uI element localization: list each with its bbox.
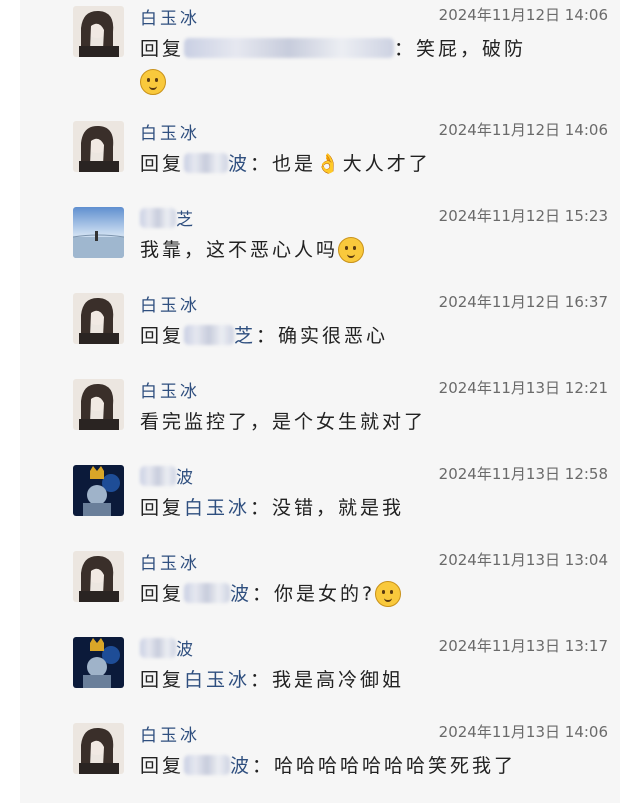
commenter-name[interactable]: 芝 <box>140 205 196 230</box>
commenter-name-text: 白玉冰 <box>140 726 200 746</box>
comment-body: 我靠，这不恶心人吗 <box>140 239 339 261</box>
avatar-king[interactable] <box>73 465 124 516</box>
redacted-name <box>140 208 176 228</box>
comment-text: 我靠，这不恶心人吗 <box>140 235 365 263</box>
comment-timestamp: 2024年11月12日 16:37 <box>438 293 608 311</box>
comment-item: 白玉冰 2024年11月13日 13:04 回复 波：你是女的? <box>20 545 620 631</box>
comment-item: 白玉冰 2024年11月13日 12:21 看完监控了，是个女生就对了 <box>20 373 620 459</box>
comment-timestamp: 2024年11月13日 12:58 <box>438 465 608 483</box>
comment-timestamp: 2024年11月13日 13:17 <box>438 637 608 655</box>
reply-prefix: 回复 <box>140 497 185 519</box>
comment-item: 白玉冰 2024年11月12日 16:37 回复 芝：确实很恶心 <box>20 287 620 373</box>
commenter-name-text: 波 <box>176 640 196 660</box>
reply-target-name[interactable]: 白玉冰 <box>184 497 250 519</box>
comment-body: ：笑屁，破防 <box>394 38 527 60</box>
reply-prefix: 回复 <box>140 755 185 777</box>
avatar-girl[interactable] <box>73 551 124 602</box>
reply-prefix: 回复 <box>140 325 185 347</box>
comment-item: 波 2024年11月13日 13:17 回复白玉冰：我是高冷御姐 <box>20 631 620 717</box>
comment-body: ：哈哈哈哈哈哈哈笑死我了 <box>252 755 517 777</box>
comment-timestamp: 2024年11月12日 14:06 <box>438 6 608 24</box>
avatar-girl[interactable] <box>73 6 124 57</box>
reply-target-name[interactable]: 波 <box>228 153 250 175</box>
commenter-name-text: 白玉冰 <box>140 9 200 29</box>
reply-target-name[interactable]: 芝 <box>234 325 256 347</box>
comment-item: 波 2024年11月13日 12:58 回复白玉冰：没错，就是我 <box>20 459 620 545</box>
commenter-name-text: 芝 <box>176 210 196 230</box>
avatar-girl[interactable] <box>73 121 124 172</box>
redacted-reply-name <box>184 153 229 173</box>
comment-body: ：确实很恶心 <box>256 325 389 347</box>
comment-timestamp: 2024年11月13日 13:04 <box>438 551 608 569</box>
pleading-emoji <box>338 237 365 263</box>
commenter-name[interactable]: 白玉冰 <box>140 119 200 144</box>
comment-text: 回复白玉冰：没错，就是我 <box>140 493 404 520</box>
commenter-name[interactable]: 白玉冰 <box>140 721 200 746</box>
reply-target-name[interactable]: 波 <box>230 755 252 777</box>
comment-list: 白玉冰 2024年11月12日 14:06 回复 ：笑屁，破防 白玉冰 2024年11月1… <box>20 0 620 803</box>
redacted-reply-name <box>184 325 235 345</box>
comment-text: 回复 ：笑屁，破防 <box>140 34 526 95</box>
avatar-king[interactable] <box>73 637 124 688</box>
comment-timestamp: 2024年11月13日 14:06 <box>438 723 608 741</box>
redacted-reply-name <box>184 583 231 603</box>
avatar-girl[interactable] <box>73 293 124 344</box>
commenter-name[interactable]: 白玉冰 <box>140 549 200 574</box>
commenter-name[interactable]: 白玉冰 <box>140 4 200 29</box>
reply-prefix: 回复 <box>140 38 185 60</box>
comment-text: 回复白玉冰：我是高冷御姐 <box>140 665 404 692</box>
comment-text: 回复 芝：确实很恶心 <box>140 321 388 348</box>
comment-text: 看完监控了，是个女生就对了 <box>140 407 426 434</box>
reply-prefix: 回复 <box>140 153 185 175</box>
reply-prefix: 回复 <box>140 583 185 605</box>
comment-text: 回复 波：你是女的? <box>140 579 402 607</box>
comment-timestamp: 2024年11月13日 12:21 <box>438 379 608 397</box>
commenter-name-text: 白玉冰 <box>140 382 200 402</box>
redacted-reply-name <box>184 38 395 58</box>
commenter-name-text: 波 <box>176 468 196 488</box>
comment-body: 看完监控了，是个女生就对了 <box>140 411 427 433</box>
commenter-name[interactable]: 白玉冰 <box>140 291 200 316</box>
comment-item: 白玉冰 2024年11月13日 14:06 回复 波：哈哈哈哈哈哈哈笑死我了 <box>20 717 620 803</box>
commenter-name-text: 白玉冰 <box>140 554 200 574</box>
comment-body: ：你是女的? <box>252 583 376 605</box>
redacted-reply-name <box>184 755 231 775</box>
commenter-name[interactable]: 波 <box>140 463 196 488</box>
comment-item: 芝 2024年11月12日 15:23 我靠，这不恶心人吗 <box>20 201 620 287</box>
avatar-lake[interactable] <box>73 207 124 258</box>
reply-target-name[interactable]: 波 <box>230 583 252 605</box>
comment-body: ：也是👌大人才了 <box>250 153 431 175</box>
avatar-girl[interactable] <box>73 723 124 774</box>
avatar-girl[interactable] <box>73 379 124 430</box>
comment-item: 白玉冰 2024年11月12日 14:06 回复 ：笑屁，破防 <box>20 0 620 95</box>
comment-timestamp: 2024年11月12日 15:23 <box>438 207 608 225</box>
comment-body: ：我是高冷御姐 <box>250 669 405 691</box>
comment-item: 白玉冰 2024年11月12日 14:06 回复 波：也是👌大人才了 <box>20 115 620 201</box>
commenter-name[interactable]: 白玉冰 <box>140 377 200 402</box>
reply-prefix: 回复 <box>140 669 185 691</box>
comment-text: 回复 波：也是👌大人才了 <box>140 149 431 176</box>
thinking-emoji <box>375 581 402 607</box>
commenter-name-text: 白玉冰 <box>140 124 200 144</box>
laughing-emoji <box>140 69 166 95</box>
redacted-name <box>140 638 176 658</box>
commenter-name-text: 白玉冰 <box>140 296 200 316</box>
commenter-name[interactable]: 波 <box>140 635 196 660</box>
comment-text: 回复 波：哈哈哈哈哈哈哈笑死我了 <box>140 751 516 778</box>
redacted-name <box>140 466 176 486</box>
comment-body: ：没错，就是我 <box>250 497 405 519</box>
comment-timestamp: 2024年11月12日 14:06 <box>438 121 608 139</box>
reply-target-name[interactable]: 白玉冰 <box>184 669 250 691</box>
